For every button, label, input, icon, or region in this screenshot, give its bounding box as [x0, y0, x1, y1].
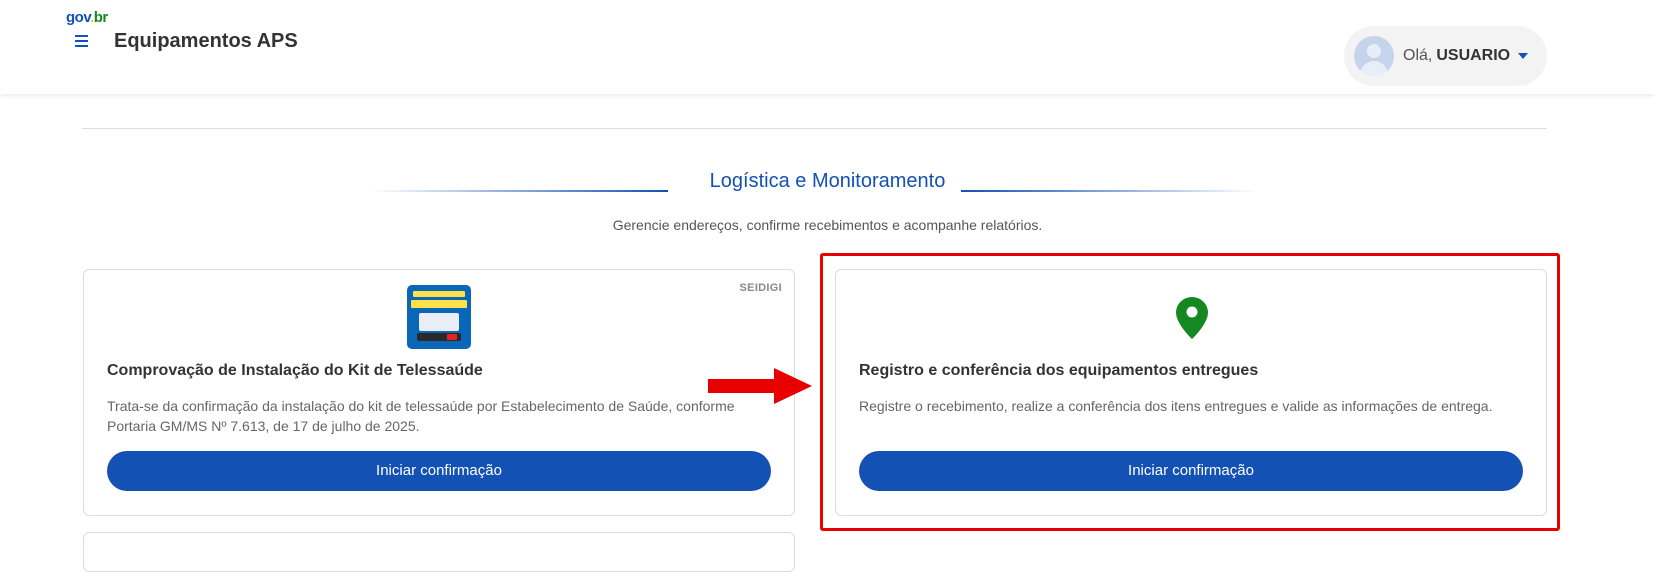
section-title: Logística e Monitoramento — [709, 170, 946, 192]
user-greeting: Olá, — [1403, 47, 1433, 64]
title-decoration-right — [961, 190, 1259, 192]
logo-br: br — [93, 9, 109, 26]
red-arrow-icon — [708, 368, 812, 404]
divider — [82, 128, 1547, 129]
start-confirmation-button[interactable]: Iniciar confirmação — [107, 451, 771, 491]
section-subtitle: Gerencie endereços, confirme recebimento… — [612, 217, 1043, 233]
logo-gov: gov — [66, 9, 91, 26]
user-name: USUARIO — [1436, 47, 1511, 64]
card-description: Trata-se da confirmação da instalação do… — [107, 398, 735, 434]
card-partial — [83, 532, 795, 572]
card-title: Comprovação de Instalação do Kit de Tele… — [107, 362, 483, 379]
hamburger-menu-icon[interactable] — [72, 31, 92, 51]
app-title: Equipamentos APS — [114, 30, 298, 52]
govbr-logo[interactable]: gov.br — [66, 9, 108, 26]
user-menu-button[interactable]: Olá, USUARIO — [1344, 26, 1547, 86]
caret-down-icon — [1518, 53, 1529, 59]
highlight-box — [820, 253, 1560, 531]
card-telessaude: SEIDIGI Comprovação de Instalação do Kit… — [83, 269, 795, 516]
card-badge: SEIDIGI — [739, 282, 782, 294]
header: gov.br Equipamentos APS Olá, USUARIO — [0, 0, 1655, 94]
avatar — [1354, 36, 1394, 76]
telessaude-kit-image — [407, 285, 471, 349]
